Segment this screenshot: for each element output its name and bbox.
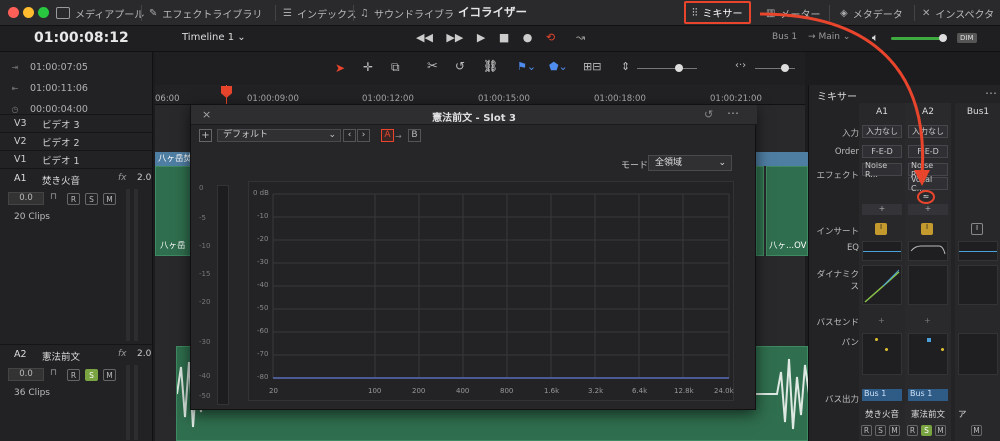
annotation-arrow [759, 12, 930, 186]
